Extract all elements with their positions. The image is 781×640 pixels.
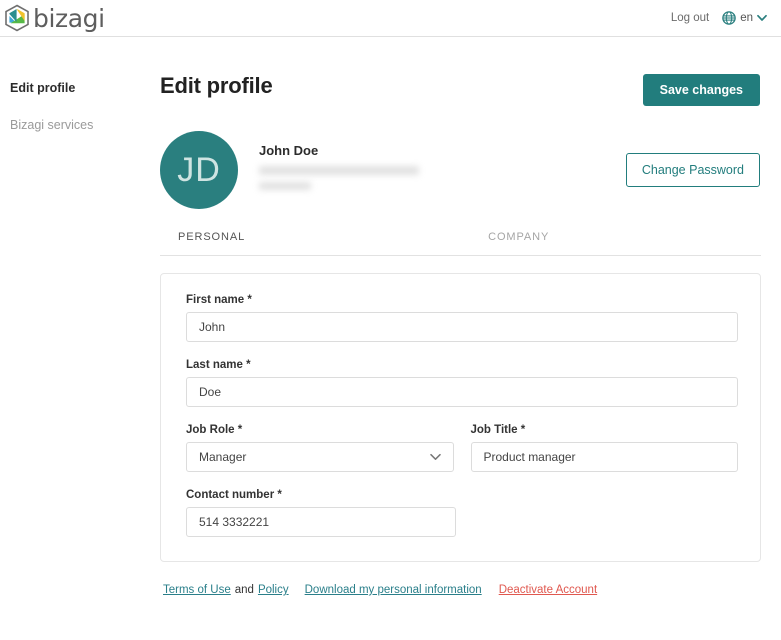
contact-number-label-text: Contact number: [186, 489, 275, 501]
brand-logo[interactable]: bizagi: [4, 4, 105, 33]
footer-links: Terms of Use and Policy Download my pers…: [160, 584, 761, 596]
personal-form-card: First name * John Last name * Doe Job Ro…: [160, 273, 761, 562]
required-marker: *: [520, 424, 526, 436]
job-role-select[interactable]: Manager: [186, 442, 454, 472]
sidebar: Edit profile Bizagi services: [0, 37, 160, 640]
sidebar-item-label: Edit profile: [10, 81, 76, 95]
last-name-label: Last name *: [186, 359, 738, 371]
required-marker: *: [246, 359, 251, 371]
and-text: and: [234, 584, 254, 596]
profile-details: John Doe: [259, 143, 626, 197]
logout-link[interactable]: Log out: [671, 12, 709, 24]
role-title-row: Job Role * Manager Job Title * Product m…: [186, 424, 738, 489]
bizagi-hexagon-logo-icon: [4, 4, 30, 32]
sidebar-item-edit-profile[interactable]: Edit profile: [10, 81, 160, 96]
sidebar-item-bizagi-services[interactable]: Bizagi services: [10, 118, 160, 133]
topbar-actions: Log out en: [671, 11, 781, 25]
tab-spacer: [245, 231, 488, 255]
last-name-input[interactable]: Doe: [186, 377, 738, 407]
page-body: Edit profile Bizagi services Edit profil…: [0, 37, 781, 640]
field-last-name: Last name * Doe: [186, 359, 738, 407]
job-role-label-text: Job Role: [186, 424, 235, 436]
sidebar-item-label: Bizagi services: [10, 118, 94, 132]
contact-number-label: Contact number *: [186, 489, 738, 501]
profile-name: John Doe: [259, 143, 319, 158]
main-content: Edit profile Save changes JD John Doe Ch…: [160, 37, 781, 640]
required-marker: *: [277, 489, 282, 501]
job-title-label-text: Job Title: [470, 424, 518, 436]
save-changes-button[interactable]: Save changes: [642, 74, 760, 106]
footer-cutoff-text: [160, 613, 761, 619]
first-name-label: First name *: [186, 294, 738, 306]
policy-link[interactable]: Policy: [258, 584, 289, 596]
globe-icon: [722, 11, 736, 25]
language-selector[interactable]: en: [722, 11, 767, 25]
page-title: Edit profile: [160, 73, 273, 98]
avatar: JD: [160, 131, 238, 209]
profile-email-redacted: [259, 166, 419, 175]
tab-personal[interactable]: PERSONAL: [178, 231, 245, 255]
required-marker: *: [237, 424, 243, 436]
download-personal-information-link[interactable]: Download my personal information: [305, 584, 482, 596]
brand-name: bizagi: [33, 3, 105, 33]
last-name-label-text: Last name: [186, 359, 243, 371]
top-bar: bizagi Log out en: [0, 0, 781, 37]
field-job-title: Job Title * Product manager: [470, 424, 739, 472]
chevron-down-icon: [757, 14, 767, 22]
field-job-role: Job Role * Manager: [186, 424, 454, 472]
terms-of-use-link[interactable]: Terms of Use: [163, 584, 231, 596]
profile-summary: JD John Doe Change Password: [160, 131, 761, 209]
required-marker: *: [247, 294, 252, 306]
job-role-label: Job Role *: [186, 424, 454, 436]
contact-number-input[interactable]: 514 3332221: [186, 507, 456, 537]
tab-company[interactable]: COMPANY: [488, 231, 549, 255]
job-title-label: Job Title *: [471, 424, 739, 436]
job-title-input[interactable]: Product manager: [470, 442, 738, 472]
language-code: en: [740, 12, 753, 24]
deactivate-account-link[interactable]: Deactivate Account: [499, 584, 597, 596]
profile-tabs: PERSONAL COMPANY: [160, 231, 761, 256]
profile-phone-redacted: [259, 182, 311, 190]
first-name-input[interactable]: John: [186, 312, 738, 342]
job-role-selected-value: Manager: [199, 450, 247, 464]
first-name-label-text: First name: [186, 294, 245, 306]
content-header: Edit profile Save changes: [160, 73, 761, 106]
field-contact-number: Contact number * 514 3332221: [186, 489, 738, 537]
field-first-name: First name * John: [186, 294, 738, 342]
change-password-button[interactable]: Change Password: [625, 153, 760, 187]
chevron-down-icon: [429, 453, 441, 461]
